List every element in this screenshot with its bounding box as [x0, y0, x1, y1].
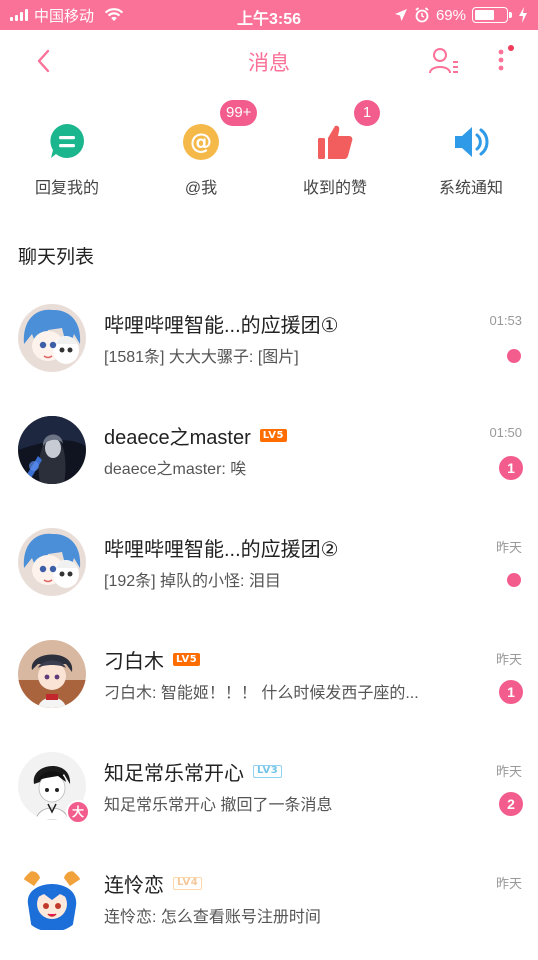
level-badge: LV4: [173, 877, 203, 890]
speaker-icon: [455, 127, 489, 157]
charging-icon: [519, 7, 527, 23]
nav-header: 消息: [0, 30, 538, 90]
unread-count: 1: [499, 456, 523, 480]
level-badge: LV5: [259, 429, 287, 442]
level-badge: LV3: [253, 765, 283, 778]
level-badge: LV5: [173, 653, 201, 666]
chat-row[interactable]: deaece之master LV5 deaece之master: 唉 01:50…: [0, 392, 538, 504]
svg-text:@: @: [190, 130, 212, 155]
chat-time: 昨天: [495, 652, 522, 667]
chat-name: 哔哩哔哩智能...的应援团②: [104, 539, 339, 561]
chat-preview: [192条] 掉队的小怪: 泪目: [104, 573, 281, 590]
chat-name-line: 知足常乐常开心 LV3: [104, 757, 283, 786]
quick-actions: 回复我的 @ 99+ @我 1 收到的赞 系统通知: [0, 100, 538, 210]
chat-row[interactable]: 连怜恋 LV4 连怜恋: 怎么查看账号注册时间 昨天: [0, 840, 538, 952]
avatar: [18, 416, 86, 484]
chat-name-line: 连怜恋 LV4: [104, 869, 203, 898]
unread-dot: [507, 573, 521, 587]
chat-preview: 知足常乐常开心 撤回了一条消息: [104, 797, 333, 814]
at-icon: @: [183, 124, 219, 160]
battery-percent: 69%: [435, 6, 466, 24]
thumbs-up-icon: [318, 125, 353, 159]
chat-time: 昨天: [495, 764, 522, 779]
chat-preview: 连怜恋: 怎么查看账号注册时间: [104, 909, 321, 926]
chat-name-line: 刁白木 LV5: [104, 645, 201, 674]
chat-time: 昨天: [495, 876, 522, 891]
status-bar: 中国移动 上午3:56 69%: [0, 0, 538, 30]
chat-name: 哔哩哔哩智能...的应援团①: [104, 315, 339, 337]
unread-count: 2: [499, 792, 523, 816]
chat-name: 刁白木: [104, 651, 164, 673]
chat-time: 01:50: [489, 425, 522, 440]
chat-time: 01:53: [489, 313, 522, 328]
likes-badge: 1: [354, 100, 380, 126]
avatar: [18, 304, 86, 372]
chat-name-line: 哔哩哔哩智能...的应援团②: [104, 533, 339, 562]
reply-me-label: 回复我的: [34, 180, 99, 197]
chat-name-line: deaece之master LV5: [104, 421, 287, 450]
unread-dot: [507, 349, 521, 363]
chat-name: deaece之master: [104, 427, 251, 449]
chat-row[interactable]: 刁白木 LV5 刁白木: 智能姬！！！ 什么时候发西子座的... 昨天 1: [0, 616, 538, 728]
chat-preview: 刁白木: 智能姬！！！ 什么时候发西子座的...: [104, 685, 419, 702]
likes-button[interactable]: 1 收到的赞: [268, 100, 402, 200]
more-button[interactable]: [490, 44, 520, 78]
avatar: [18, 528, 86, 596]
chat-row[interactable]: 哔哩哔哩智能...的应援团② [192条] 掉队的小怪: 泪目 昨天: [0, 504, 538, 616]
at-me-label: @我: [184, 180, 218, 197]
chat-preview: [1581条] 大大大骡子: [图片]: [104, 349, 299, 366]
at-me-button[interactable]: @ 99+ @我: [134, 100, 268, 200]
system-notice-button[interactable]: 系统通知: [404, 110, 538, 200]
chat-row[interactable]: 哔哩哔哩智能...的应援团① [1581条] 大大大骡子: [图片] 01:53: [0, 280, 538, 392]
chat-preview: deaece之master: 唉: [104, 461, 247, 478]
at-me-badge: 99+: [220, 100, 258, 126]
location-icon: [394, 9, 407, 21]
contacts-icon: [429, 48, 458, 74]
chat-row[interactable]: 大 知足常乐常开心 LV3 知足常乐常开心 撤回了一条消息 昨天 2: [0, 728, 538, 840]
alarm-icon: [415, 7, 429, 23]
avatar: [18, 864, 86, 932]
section-title: 聊天列表: [18, 247, 95, 268]
likes-label: 收到的赞: [302, 180, 367, 197]
more-vertical-icon: [498, 45, 514, 71]
chat-name: 知足常乐常开心: [104, 763, 244, 785]
status-bar-right: 69%: [394, 5, 528, 25]
reply-chat-icon: [50, 124, 84, 158]
member-badge: 大: [66, 800, 90, 824]
chat-name-line: 哔哩哔哩智能...的应援团①: [104, 309, 339, 338]
contacts-button[interactable]: [428, 46, 460, 76]
chat-name: 连怜恋: [104, 875, 164, 897]
system-notice-label: 系统通知: [438, 180, 503, 197]
unread-count: 1: [499, 680, 523, 704]
battery-icon: [472, 7, 512, 23]
battery-level: [475, 10, 494, 20]
avatar: [18, 640, 86, 708]
reply-me-button[interactable]: 回复我的: [0, 110, 134, 200]
chat-time: 昨天: [495, 540, 522, 555]
